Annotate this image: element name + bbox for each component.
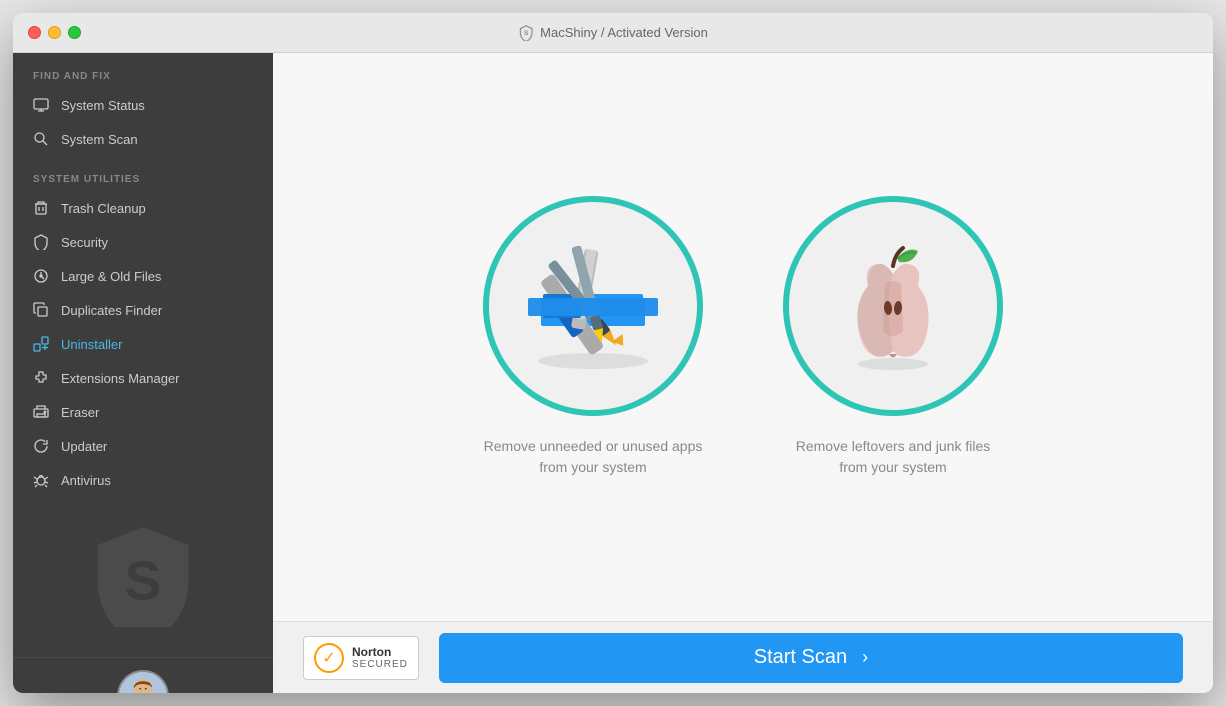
start-scan-button[interactable]: Start Scan ›: [439, 633, 1183, 683]
close-button[interactable]: [28, 26, 41, 39]
main-layout: FIND AND FIX System Status: [13, 53, 1213, 693]
feature-card-leftover-desc: Remove leftovers and junk files from you…: [783, 436, 1003, 478]
norton-secured: SECURED: [352, 659, 408, 670]
sidebar: FIND AND FIX System Status: [13, 53, 273, 693]
content-main: Remove unneeded or unused apps from your…: [273, 53, 1213, 621]
start-scan-label: Start Scan: [754, 646, 847, 669]
find-and-fix-section-label: FIND AND FIX: [13, 53, 273, 88]
traffic-lights: [28, 26, 81, 39]
sidebar-item-antivirus[interactable]: Antivirus: [13, 463, 273, 497]
minimize-button[interactable]: [48, 26, 61, 39]
bug-icon: [33, 472, 49, 488]
system-utilities-section-label: SYSTEM UTILITIES: [13, 156, 273, 191]
sidebar-spacer: S: [13, 497, 273, 657]
sidebar-item-large-old-files[interactable]: Large & Old Files: [13, 259, 273, 293]
title-bar-center: S MacShiny / Activated Version: [518, 25, 708, 41]
sidebar-item-system-scan[interactable]: System Scan: [13, 122, 273, 156]
sidebar-item-label: Updater: [61, 439, 107, 454]
sidebar-item-duplicates-finder[interactable]: Duplicates Finder: [13, 293, 273, 327]
sidebar-item-uninstaller[interactable]: Uninstaller: [13, 327, 273, 361]
trash-icon: [33, 200, 49, 216]
refresh-icon: [33, 438, 49, 454]
svg-text:S: S: [125, 551, 161, 612]
files-icon: [33, 268, 49, 284]
sidebar-item-label: Extensions Manager: [61, 371, 180, 386]
sidebar-user-area: Jameson Stathem Live Chat Support: [13, 657, 273, 693]
uninstaller-icon: [33, 336, 49, 352]
sidebar-item-label: Antivirus: [61, 473, 111, 488]
sidebar-item-eraser[interactable]: Eraser: [13, 395, 273, 429]
sidebar-item-system-status[interactable]: System Status: [13, 88, 273, 122]
avatar: [117, 670, 169, 693]
shield-logo-icon: S: [518, 25, 534, 41]
monitor-icon: [33, 97, 49, 113]
sidebar-item-label: Large & Old Files: [61, 269, 161, 284]
norton-badge: ✓ Norton SECURED: [303, 636, 419, 680]
sidebar-item-label: Duplicates Finder: [61, 303, 162, 318]
feature-card-uninstaller-desc: Remove unneeded or unused apps from your…: [483, 436, 703, 478]
shield-icon: [33, 234, 49, 250]
puzzle-icon: [33, 370, 49, 386]
feature-card-leftover: Remove leftovers and junk files from you…: [783, 196, 1003, 478]
sidebar-item-label: System Status: [61, 98, 145, 113]
sidebar-item-extensions-manager[interactable]: Extensions Manager: [13, 361, 273, 395]
title-bar: S MacShiny / Activated Version: [13, 13, 1213, 53]
arrow-icon: ›: [862, 647, 868, 668]
app-window: S MacShiny / Activated Version FIND AND …: [13, 13, 1213, 693]
sidebar-item-label: Security: [61, 235, 108, 250]
norton-checkmark-icon: ✓: [314, 643, 344, 673]
feature-circle-leftover: [783, 196, 1003, 416]
sidebar-item-trash-cleanup[interactable]: Trash Cleanup: [13, 191, 273, 225]
content-area: Remove unneeded or unused apps from your…: [273, 53, 1213, 693]
svg-text:S: S: [524, 30, 529, 37]
sidebar-item-label: Eraser: [61, 405, 99, 420]
copy-icon: [33, 302, 49, 318]
feature-card-uninstaller: Remove unneeded or unused apps from your…: [483, 196, 703, 478]
watermark: S: [13, 497, 273, 657]
bottom-bar: ✓ Norton SECURED Start Scan ›: [273, 621, 1213, 693]
feature-circle-uninstaller: [483, 196, 703, 416]
window-title: MacShiny / Activated Version: [540, 25, 708, 40]
sidebar-item-updater[interactable]: Updater: [13, 429, 273, 463]
search-icon: [33, 131, 49, 147]
norton-brand: Norton: [352, 645, 408, 659]
printer-icon: [33, 404, 49, 420]
sidebar-item-label: Uninstaller: [61, 337, 122, 352]
sidebar-item-label: Trash Cleanup: [61, 201, 146, 216]
sidebar-item-label: System Scan: [61, 132, 138, 147]
norton-text: Norton SECURED: [352, 645, 408, 670]
maximize-button[interactable]: [68, 26, 81, 39]
sidebar-item-security[interactable]: Security: [13, 225, 273, 259]
